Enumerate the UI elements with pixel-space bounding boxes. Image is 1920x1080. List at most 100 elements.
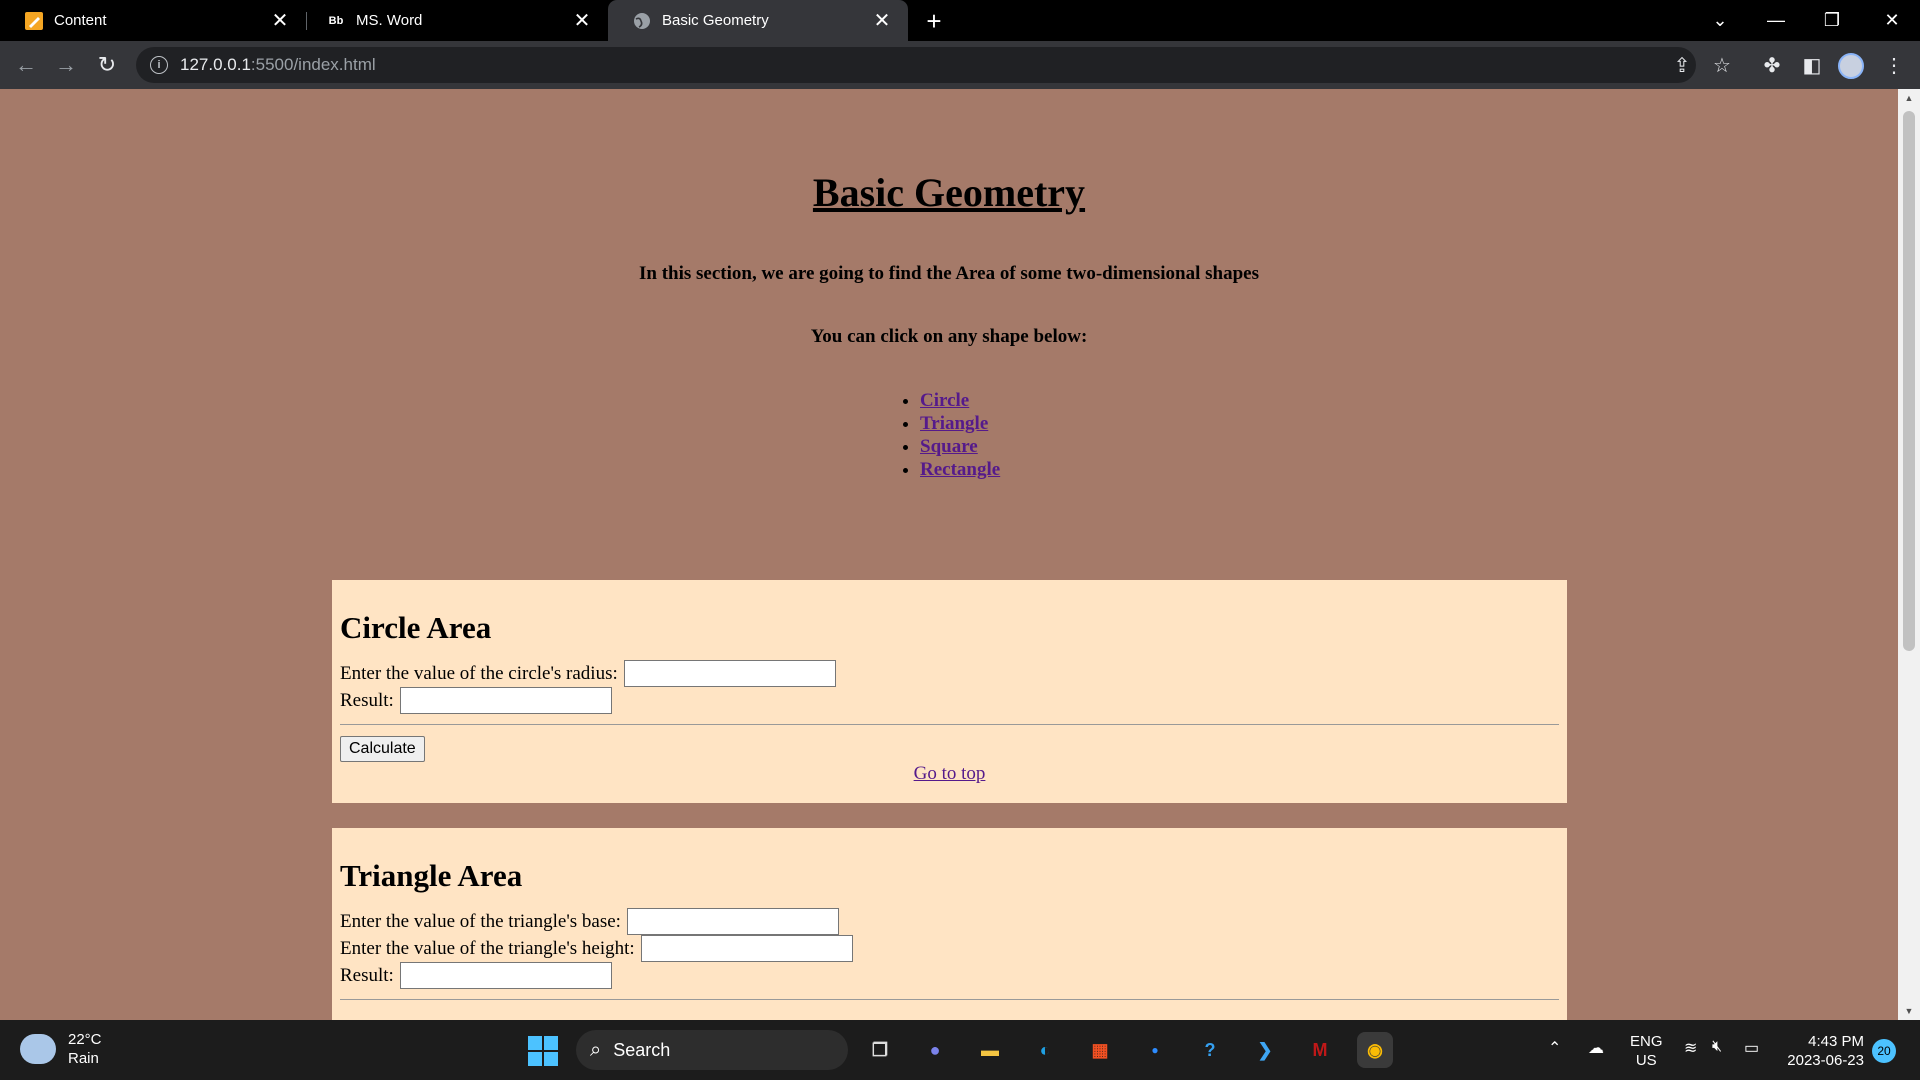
blackboard-favicon: Bb [328, 14, 344, 27]
taskbar-search[interactable]: ⌕ Search [576, 1030, 848, 1070]
side-panel-icon[interactable]: ◧ [1796, 49, 1828, 81]
page-scrollbar[interactable]: ▲ ▼ [1898, 89, 1920, 1020]
go-to-top-link[interactable]: Go to top [340, 763, 1559, 785]
triangle-area-section: Triangle Area Enter the value of the tri… [332, 828, 1567, 1020]
onedrive-icon[interactable]: ☁ [1588, 1038, 1604, 1058]
volume-muted-icon[interactable]: 🔇︎ [1712, 1038, 1722, 1056]
profile-avatar[interactable] [1838, 53, 1864, 79]
triangle-link[interactable]: Triangle [920, 413, 988, 434]
tab-search-chevron-icon[interactable]: ⌄ [1692, 0, 1748, 41]
list-item: Rectangle [920, 458, 1000, 481]
weather-condition: Rain [68, 1050, 99, 1067]
scrollbar-thumb[interactable] [1903, 111, 1915, 651]
microsoft-store-icon[interactable]: ▦ [1082, 1032, 1118, 1068]
restore-button[interactable]: ❐ [1804, 0, 1860, 41]
triangle-result-row: Result: [340, 962, 1559, 989]
tab-ms-word[interactable]: Bb MS. Word ✕ [306, 0, 608, 41]
vscode-icon[interactable]: ❯ [1247, 1032, 1283, 1068]
forward-arrow-icon[interactable]: → [50, 49, 82, 81]
battery-icon[interactable]: ▭ [1744, 1038, 1759, 1058]
start-button[interactable] [528, 1036, 558, 1066]
search-label: Search [613, 1039, 671, 1060]
reload-icon[interactable]: ↻ [91, 49, 123, 81]
zoom-app-icon[interactable]: ● [1137, 1032, 1173, 1068]
result-label: Result: [340, 689, 394, 711]
search-icon: ⌕ [590, 1038, 602, 1061]
address-bar[interactable]: i 127.0.0.1:5500/index.html [136, 47, 1696, 83]
tab-label: Content [54, 12, 107, 29]
get-help-icon[interactable]: ? [1192, 1032, 1228, 1068]
circle-area-section: Circle Area Enter the value of the circl… [332, 580, 1567, 803]
circle-area-heading: Circle Area [340, 610, 492, 645]
shape-link-list: Circle Triangle Square Rectangle [920, 389, 1000, 481]
radius-input[interactable] [623, 660, 836, 687]
scroll-up-arrow-icon[interactable]: ▲ [1898, 89, 1920, 107]
input-language[interactable]: ENG US [1630, 1032, 1663, 1070]
task-view-icon[interactable]: ❐ [862, 1032, 898, 1068]
clock-time: 4:43 PM [1808, 1033, 1864, 1050]
tab-label: MS. Word [356, 12, 423, 29]
shape-prompt: You can click on any shape below: [810, 326, 1088, 347]
tab-label: Basic Geometry [662, 12, 769, 29]
intro-text: In this section, we are going to find th… [639, 263, 1259, 284]
tab-strip: Content ✕ Bb MS. Word ✕ Basic Geometry ✕… [0, 0, 1920, 41]
url-path: :5500/index.html [250, 55, 376, 74]
radius-row: Enter the value of the circle's radius: [340, 660, 1559, 687]
square-link[interactable]: Square [920, 436, 978, 457]
base-row: Enter the value of the triangle's base: [340, 908, 1559, 935]
circle-result-row: Result: [340, 687, 1559, 714]
new-tab-button[interactable]: + [920, 6, 948, 36]
back-arrow-icon[interactable]: ← [10, 49, 42, 81]
clock-date: 2023-06-23 [1787, 1052, 1864, 1069]
browser-toolbar: ← → ↻ i 127.0.0.1:5500/index.html ⇪ ☆ ✤ … [0, 41, 1920, 89]
weather-widget[interactable]: 22°C Rain [20, 1030, 102, 1068]
scroll-down-arrow-icon[interactable]: ▼ [1898, 1002, 1920, 1020]
site-info-icon[interactable]: i [150, 56, 168, 74]
circle-link[interactable]: Circle [920, 390, 969, 411]
chrome-icon[interactable]: ◉ [1357, 1032, 1393, 1068]
divider [340, 724, 1559, 725]
wifi-icon[interactable]: ≋ [1684, 1038, 1697, 1058]
close-tab-icon[interactable]: ✕ [266, 7, 294, 35]
divider [340, 999, 1559, 1000]
file-explorer-icon[interactable]: ▬ [972, 1032, 1008, 1068]
close-tab-icon[interactable]: ✕ [568, 7, 596, 35]
close-window-button[interactable]: ✕ [1864, 0, 1920, 41]
temperature: 22°C [68, 1031, 102, 1048]
tab-content[interactable]: Content ✕ [0, 0, 306, 41]
extensions-puzzle-icon[interactable]: ✤ [1756, 49, 1788, 81]
tab-basic-geometry[interactable]: Basic Geometry ✕ [608, 0, 908, 41]
url-host: 127.0.0.1 [180, 55, 251, 74]
keyboard-region: US [1635, 1052, 1657, 1069]
menu-kebab-icon[interactable]: ⋮ [1878, 49, 1910, 81]
result-label: Result: [340, 964, 394, 986]
list-item: Circle [920, 389, 1000, 412]
height-label: Enter the value of the triangle's height… [340, 937, 635, 959]
rectangle-link[interactable]: Rectangle [920, 459, 1000, 480]
share-icon[interactable]: ⇪ [1666, 49, 1698, 81]
teams-chat-icon[interactable]: ● [917, 1032, 953, 1068]
notification-badge[interactable]: 20 [1872, 1039, 1896, 1063]
list-item: Triangle [920, 412, 1000, 435]
list-item: Square [920, 435, 1000, 458]
pencil-note-icon [24, 11, 44, 31]
calculate-button[interactable]: Calculate [340, 736, 425, 762]
page-viewport: Basic Geometry In this section, we are g… [0, 89, 1920, 1020]
edge-browser-icon[interactable]: ◐ [1027, 1032, 1063, 1068]
height-row: Enter the value of the triangle's height… [340, 935, 1559, 962]
close-tab-icon[interactable]: ✕ [868, 7, 896, 35]
show-hidden-icons-chevron-icon[interactable]: ⌃ [1548, 1038, 1561, 1058]
language-code: ENG [1630, 1033, 1663, 1050]
mcafee-icon[interactable]: M [1302, 1032, 1338, 1068]
base-label: Enter the value of the triangle's base: [340, 910, 621, 932]
height-input[interactable] [640, 935, 853, 962]
system-clock[interactable]: 4:43 PM 2023-06-23 [1780, 1032, 1864, 1070]
page-title: Basic Geometry [812, 170, 1086, 215]
bookmark-star-icon[interactable]: ☆ [1706, 49, 1738, 81]
triangle-result-input[interactable] [399, 962, 612, 989]
triangle-area-heading: Triangle Area [340, 858, 523, 893]
minimize-button[interactable]: — [1748, 0, 1804, 41]
base-input[interactable] [626, 908, 839, 935]
radius-label: Enter the value of the circle's radius: [340, 662, 618, 684]
circle-result-input[interactable] [399, 687, 612, 714]
